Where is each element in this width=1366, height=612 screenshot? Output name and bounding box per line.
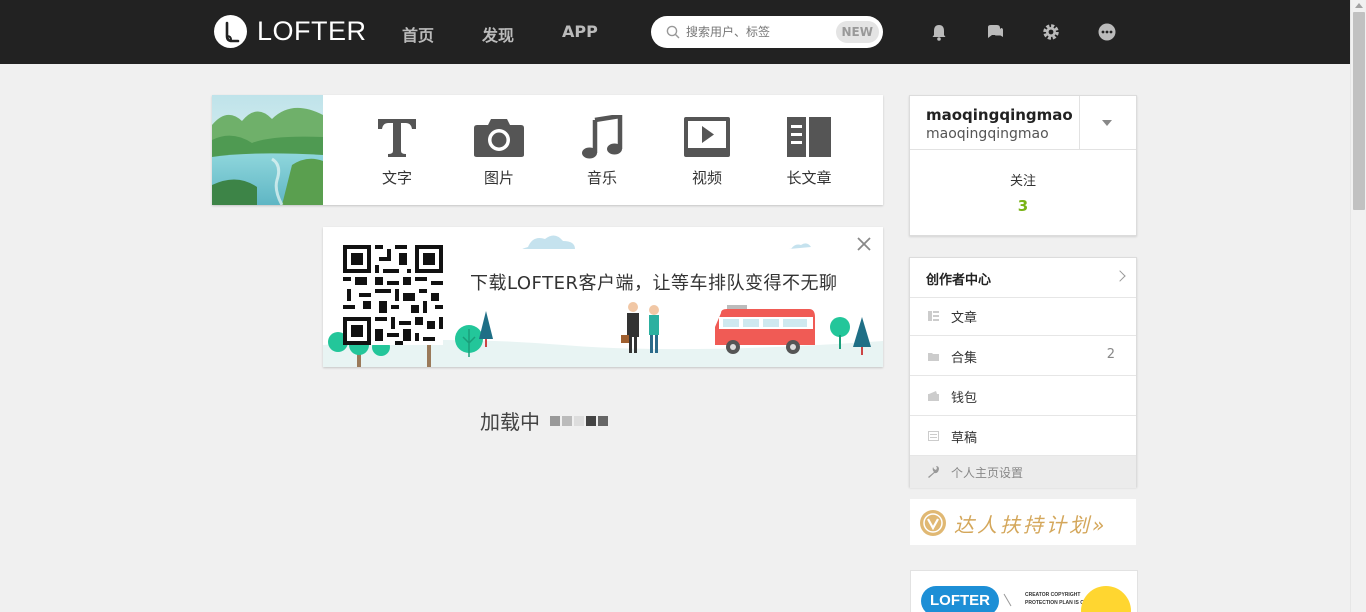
loading-indicator: 加载中 (480, 406, 610, 435)
profile-dropdown-button[interactable] (1079, 96, 1136, 150)
video-icon (684, 117, 730, 157)
search-box: NEW (651, 16, 883, 48)
bell-icon[interactable] (929, 22, 949, 42)
search-input[interactable] (686, 16, 831, 48)
promo-sun-shape (1081, 586, 1131, 612)
loading-text: 加载中 (480, 410, 540, 434)
publish-article-button[interactable]: 长文章 (764, 95, 854, 205)
nav-home[interactable]: 首页 (402, 22, 434, 46)
nav-discover[interactable]: 发现 (482, 22, 514, 46)
profile-name: maoqingqingmao (926, 106, 1073, 124)
camera-icon (474, 119, 524, 157)
chevron-right-icon (1114, 270, 1126, 282)
creator-support-banner[interactable]: 达人扶持计划» (910, 499, 1136, 545)
creator-center-link[interactable]: 创作者中心 (910, 258, 1136, 298)
menu-item-drafts[interactable]: 草稿 (910, 416, 1136, 456)
copyright-promo-banner[interactable]: LOFTER CREATOR COPYRIGHT PROTECTION PLAN… (910, 570, 1138, 612)
menu-item-wallet[interactable]: 钱包 (910, 376, 1136, 416)
publish-video-button[interactable]: 视频 (662, 95, 752, 205)
creator-menu: 创作者中心 文章 合集 2 钱包 草稿 个人主页设置 (909, 257, 1137, 488)
user-cover-image[interactable] (212, 95, 323, 205)
publish-article-label: 长文章 (786, 169, 832, 187)
promo-lofter-label: LOFTER (921, 586, 999, 612)
publish-photo-label: 图片 (483, 169, 514, 187)
menu-item-label: 钱包 (951, 391, 978, 406)
homepage-settings-label: 个人主页设置 (951, 466, 1024, 480)
publish-video-label: 视频 (691, 169, 722, 187)
caret-down-icon (1102, 120, 1112, 126)
music-icon (582, 115, 623, 159)
publish-box: 文字 图片 音乐 视频 长文章 (212, 95, 883, 205)
text-icon (378, 119, 416, 157)
menu-item-label: 文章 (951, 311, 978, 326)
creator-center-label: 创作者中心 (926, 273, 992, 288)
homepage-settings-link[interactable]: 个人主页设置 (910, 456, 1136, 488)
follow-count[interactable]: 3 (910, 197, 1136, 215)
menu-item-label: 草稿 (951, 431, 978, 446)
draft-icon (928, 431, 939, 441)
loading-dots-icon (550, 415, 610, 426)
page-scrollbar[interactable] (1350, 0, 1366, 612)
scroll-up-arrow-icon[interactable] (1355, 3, 1363, 8)
brand-name: LOFTER (257, 16, 367, 46)
list-icon (928, 311, 939, 321)
creator-support-text: 达人扶持计划» (954, 513, 1108, 537)
app-download-banner: 下载LOFTER客户端，让等车排队变得不无聊 (323, 227, 883, 367)
v-badge-icon (920, 510, 946, 536)
folder-icon (928, 353, 939, 361)
qr-code-icon (343, 245, 443, 345)
menu-item-articles[interactable]: 文章 (910, 296, 1136, 336)
publish-photo-button[interactable]: 图片 (454, 95, 544, 205)
publish-text-label: 文字 (381, 169, 412, 187)
more-icon[interactable] (1097, 22, 1117, 42)
wallet-icon (928, 391, 939, 401)
menu-item-count: 2 (1106, 347, 1115, 362)
menu-item-collections[interactable]: 合集 2 (910, 336, 1136, 376)
follow-label[interactable]: 关注 (910, 170, 1136, 189)
article-icon (787, 117, 831, 157)
banner-text: 下载LOFTER客户端，让等车排队变得不无聊 (470, 273, 838, 294)
logo-mark-icon (214, 15, 247, 48)
profile-card: maoqingqingmao maoqingqingmao 关注 3 (909, 95, 1137, 236)
nav-app[interactable]: APP (562, 22, 598, 41)
chat-icon[interactable] (985, 22, 1005, 42)
promo-divider (1003, 593, 1012, 607)
profile-id: maoqingqingmao (926, 126, 1049, 142)
lofter-logo[interactable]: LOFTER (214, 15, 367, 48)
publish-music-label: 音乐 (586, 169, 617, 187)
publish-music-button[interactable]: 音乐 (557, 95, 647, 205)
gear-icon[interactable] (1041, 22, 1061, 42)
search-icon (666, 25, 680, 39)
publish-text-button[interactable]: 文字 (352, 95, 442, 205)
close-icon[interactable] (855, 235, 873, 253)
top-navbar: LOFTER 首页 发现 APP NEW (0, 0, 1350, 64)
scroll-thumb[interactable] (1353, 12, 1365, 210)
wrench-icon (928, 466, 939, 478)
menu-item-label: 合集 (951, 351, 978, 366)
profile-header[interactable]: maoqingqingmao maoqingqingmao (910, 96, 1080, 150)
new-badge: NEW (835, 21, 879, 43)
